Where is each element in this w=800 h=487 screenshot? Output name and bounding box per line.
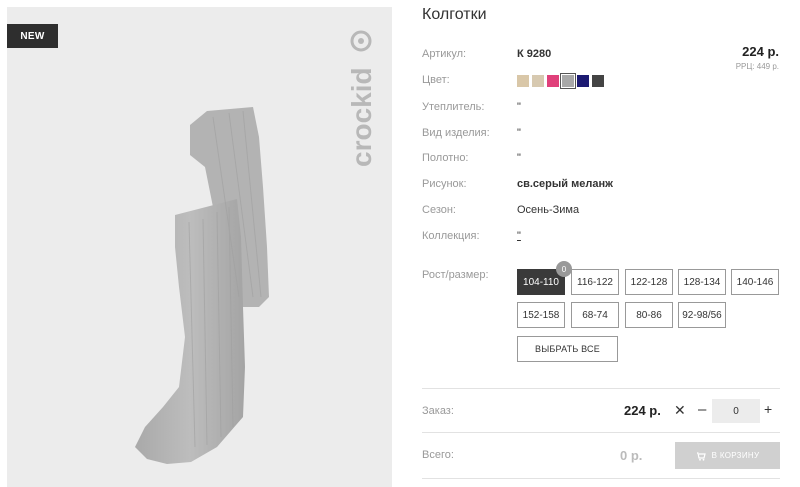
select-all-sizes-button[interactable]: ВЫБРАТЬ ВСЕ: [517, 336, 618, 362]
color-swatch-beige[interactable]: [517, 75, 529, 87]
size-option-116-122[interactable]: 116-122: [571, 269, 619, 295]
size-option-140-146[interactable]: 140-146: [731, 269, 779, 295]
divider: [422, 432, 780, 433]
add-to-cart-button[interactable]: В КОРЗИНУ: [675, 442, 780, 469]
cart-icon: [696, 451, 706, 461]
attr-value-fabric: ": [517, 152, 521, 164]
attr-value-collection[interactable]: ": [517, 230, 521, 242]
attr-value-insulation: ": [517, 101, 521, 113]
color-swatch-light-beige[interactable]: [532, 75, 544, 87]
new-badge: NEW: [7, 24, 58, 48]
decrease-quantity-button[interactable]: –: [698, 401, 706, 418]
attr-label-product-type: Вид изделия:: [422, 127, 490, 139]
size-option-122-128[interactable]: 122-128: [625, 269, 673, 295]
size-option-128-134[interactable]: 128-134: [678, 269, 726, 295]
size-option-92-98-56[interactable]: 92-98/56: [678, 302, 726, 328]
brand-logo-text: crockid: [346, 67, 377, 167]
attr-value-product-type: ": [517, 127, 521, 139]
size-count-badge: 0: [556, 261, 572, 277]
order-label: Заказ:: [422, 405, 454, 417]
recommended-retail-price: РРЦ: 449 р.: [735, 62, 779, 71]
multiply-icon: ✕: [674, 402, 686, 418]
order-unit-price: 224 р.: [624, 403, 661, 418]
attr-label-insulation: Утеплитель:: [422, 101, 485, 113]
product-title: Колготки: [422, 6, 487, 23]
attr-value-season: Осень-Зима: [517, 204, 580, 216]
color-swatch-navy[interactable]: [577, 75, 589, 87]
attr-label-season: Сезон:: [422, 204, 456, 216]
add-to-cart-label: В КОРЗИНУ: [711, 451, 760, 460]
total-label: Всего:: [422, 449, 454, 461]
divider: [422, 478, 780, 479]
size-option-68-74[interactable]: 68-74: [571, 302, 619, 328]
color-swatch-pink[interactable]: [547, 75, 559, 87]
attr-label-pattern: Рисунок:: [422, 178, 467, 190]
color-swatch-light-grey[interactable]: [560, 73, 576, 89]
attr-label-article: Артикул:: [422, 48, 467, 60]
size-option-80-86[interactable]: 80-86: [625, 302, 673, 328]
attr-label-fabric: Полотно:: [422, 152, 469, 164]
product-price: 224 р.: [742, 44, 779, 59]
divider: [422, 388, 780, 389]
attr-label-collection: Коллекция:: [422, 230, 480, 242]
color-swatches: [517, 73, 604, 89]
size-option-152-158[interactable]: 152-158: [517, 302, 565, 328]
attr-value-article: К 9280: [517, 48, 552, 60]
quantity-input[interactable]: [712, 399, 760, 423]
increase-quantity-button[interactable]: +: [764, 401, 772, 417]
product-photo: [135, 107, 269, 464]
size-label: Рост/размер:: [422, 269, 489, 281]
attr-label-color: Цвет:: [422, 74, 450, 86]
brand-logo: crockid: [346, 30, 377, 167]
attr-value-pattern: св.серый меланж: [517, 178, 613, 190]
product-image-panel: NEW crockid: [7, 7, 392, 487]
total-value: 0 р.: [620, 448, 643, 463]
color-swatch-dark-grey[interactable]: [592, 75, 604, 87]
